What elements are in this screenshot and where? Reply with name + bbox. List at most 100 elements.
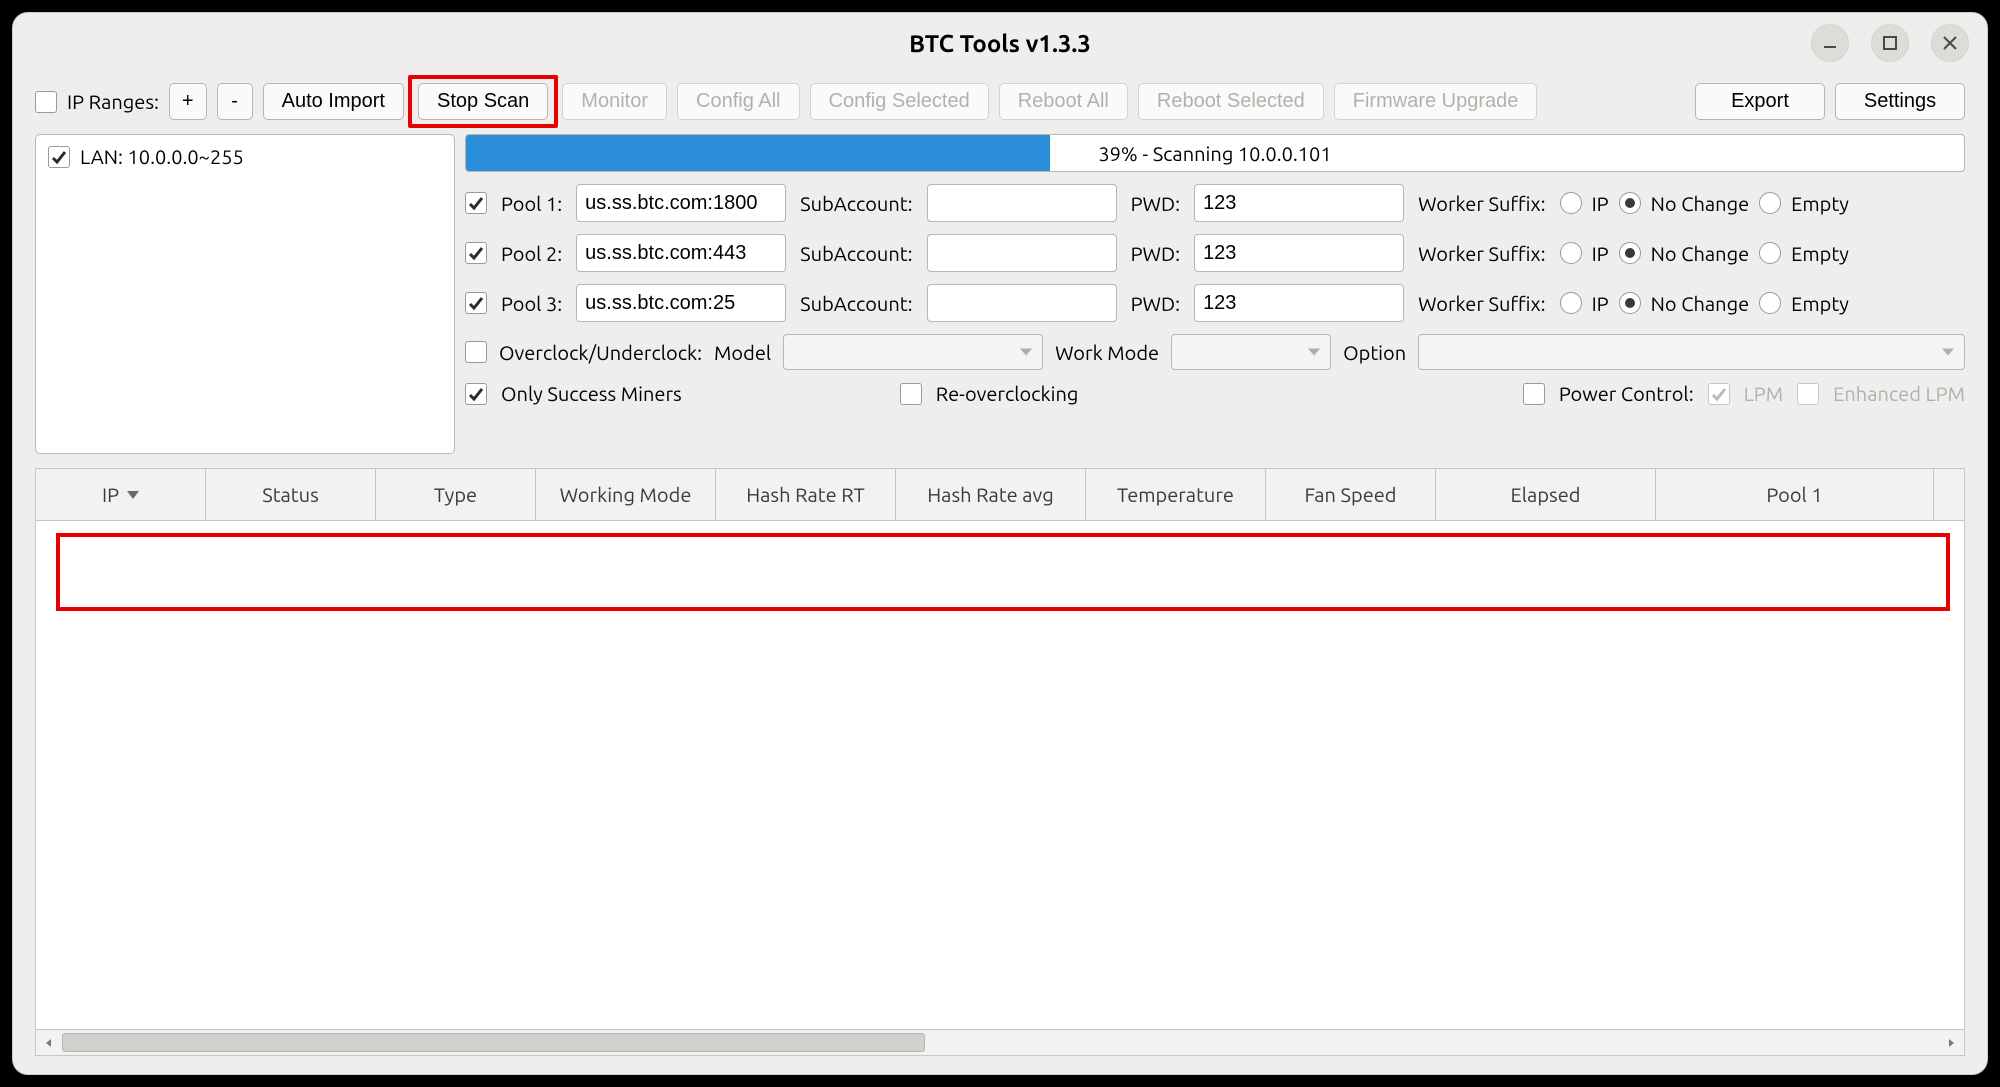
- pool-1-suffix-nochange-radio[interactable]: [1619, 192, 1641, 214]
- pool-2-suffix-label: Worker Suffix:: [1418, 242, 1546, 265]
- auto-import-button[interactable]: Auto Import: [263, 83, 404, 120]
- horizontal-scrollbar[interactable]: [35, 1030, 1965, 1056]
- config-all-button: Config All: [677, 83, 800, 120]
- main-toolbar: IP Ranges: + - Auto Import Stop Scan Mon…: [35, 83, 1965, 120]
- col-type[interactable]: Type: [376, 469, 536, 520]
- settings-button[interactable]: Settings: [1835, 83, 1965, 120]
- power-control-checkbox[interactable]: [1523, 383, 1545, 405]
- window-title: BTC Tools v1.3.3: [909, 30, 1091, 57]
- firmware-upgrade-button: Firmware Upgrade: [1334, 83, 1538, 120]
- window-controls: [1811, 24, 1969, 62]
- close-button[interactable]: [1931, 24, 1969, 62]
- pool-2-suffix-empty-radio[interactable]: [1759, 242, 1781, 264]
- add-range-button[interactable]: +: [169, 83, 207, 120]
- col-working-mode[interactable]: Working Mode: [536, 469, 716, 520]
- reoverclock-label: Re-overclocking: [936, 382, 1079, 405]
- config-selected-button: Config Selected: [810, 83, 989, 120]
- ip-range-item[interactable]: LAN: 10.0.0.0~255: [48, 145, 442, 168]
- overclock-workmode-label: Work Mode: [1055, 341, 1159, 364]
- pool-1-pwd-input[interactable]: [1194, 184, 1404, 222]
- remove-range-button[interactable]: -: [217, 83, 253, 120]
- scroll-thumb[interactable]: [62, 1033, 925, 1052]
- enhanced-lpm-checkbox: [1797, 383, 1819, 405]
- pool-2-address-input[interactable]: [576, 234, 786, 272]
- pool-3-pwd-input[interactable]: [1194, 284, 1404, 322]
- mid-section: LAN: 10.0.0.0~255 39% - Scanning 10.0.0.…: [35, 134, 1965, 454]
- pool-3-row: Pool 3: SubAccount: PWD: Worker Suffix: …: [465, 284, 1965, 322]
- col-hashrate-rt[interactable]: Hash Rate RT: [716, 469, 896, 520]
- maximize-button[interactable]: [1871, 24, 1909, 62]
- pool-1-address-input[interactable]: [576, 184, 786, 222]
- pool-1-checkbox[interactable]: [465, 192, 487, 214]
- model-select[interactable]: [783, 334, 1043, 370]
- pool-3-address-input[interactable]: [576, 284, 786, 322]
- pool-3-suffix-ip-radio[interactable]: [1560, 292, 1582, 314]
- reboot-all-button: Reboot All: [999, 83, 1128, 120]
- pool-2-pwd-input[interactable]: [1194, 234, 1404, 272]
- enhanced-lpm-label: Enhanced LPM: [1833, 382, 1965, 405]
- pool-3-checkbox[interactable]: [465, 292, 487, 314]
- ip-ranges-checkbox[interactable]: [35, 91, 57, 113]
- scroll-right-icon[interactable]: [1938, 1030, 1964, 1055]
- pool-2-suffix-nochange-radio[interactable]: [1619, 242, 1641, 264]
- pool-3-suffix-nochange-radio[interactable]: [1619, 292, 1641, 314]
- pool-1-row: Pool 1: SubAccount: PWD: Worker Suffix: …: [465, 184, 1965, 222]
- scan-progress: 39% - Scanning 10.0.0.101: [465, 134, 1965, 172]
- table-body[interactable]: [35, 520, 1965, 1030]
- pool-2-row: Pool 2: SubAccount: PWD: Worker Suffix: …: [465, 234, 1965, 272]
- table-header: IP Status Type Working Mode Hash Rate RT…: [35, 468, 1965, 520]
- config-panel: 39% - Scanning 10.0.0.101 Pool 1: SubAcc…: [465, 134, 1965, 454]
- pool-3-subaccount-label: SubAccount:: [800, 292, 912, 315]
- col-pool1[interactable]: Pool 1: [1656, 469, 1934, 520]
- pool-1-label: Pool 1:: [501, 192, 562, 215]
- pool-2-suffix-ip-radio[interactable]: [1560, 242, 1582, 264]
- col-elapsed[interactable]: Elapsed: [1436, 469, 1656, 520]
- workmode-select[interactable]: [1171, 334, 1331, 370]
- pool-2-subaccount-label: SubAccount:: [800, 242, 912, 265]
- option-select[interactable]: [1418, 334, 1965, 370]
- highlight-stop-scan: [408, 75, 558, 128]
- pool-2-checkbox[interactable]: [465, 242, 487, 264]
- power-control-label: Power Control:: [1559, 382, 1694, 405]
- minimize-button[interactable]: [1811, 24, 1849, 62]
- reboot-selected-button: Reboot Selected: [1138, 83, 1324, 120]
- overclock-label: Overclock/Underclock:: [499, 341, 702, 364]
- ip-range-item-checkbox[interactable]: [48, 146, 70, 168]
- scroll-track[interactable]: [62, 1030, 1938, 1055]
- col-temperature[interactable]: Temperature: [1086, 469, 1266, 520]
- miners-table: IP Status Type Working Mode Hash Rate RT…: [35, 468, 1965, 1056]
- pool-2-subaccount-input[interactable]: [927, 234, 1117, 272]
- titlebar: BTC Tools v1.3.3: [13, 13, 1987, 73]
- pool-3-suffix-empty-radio[interactable]: [1759, 292, 1781, 314]
- pool-1-pwd-label: PWD:: [1131, 192, 1180, 215]
- pool-1-suffix-empty-radio[interactable]: [1759, 192, 1781, 214]
- col-status[interactable]: Status: [206, 469, 376, 520]
- app-window: BTC Tools v1.3.3 IP Ranges: + - A: [12, 12, 1988, 1075]
- monitor-button: Monitor: [562, 83, 667, 120]
- export-button[interactable]: Export: [1695, 83, 1825, 120]
- overclock-row: Overclock/Underclock: Model Work Mode Op…: [465, 334, 1965, 370]
- pool-3-pwd-label: PWD:: [1131, 292, 1180, 315]
- reoverclock-checkbox[interactable]: [900, 383, 922, 405]
- highlight-row-region: [56, 533, 1950, 611]
- scroll-left-icon[interactable]: [36, 1030, 62, 1055]
- col-fanspeed[interactable]: Fan Speed: [1266, 469, 1436, 520]
- lpm-checkbox: [1708, 383, 1730, 405]
- scan-progress-text: 39% - Scanning 10.0.0.101: [466, 142, 1964, 165]
- pool-2-label: Pool 2:: [501, 242, 562, 265]
- pool-1-suffix-ip-radio[interactable]: [1560, 192, 1582, 214]
- pool-1-suffix-label: Worker Suffix:: [1418, 192, 1546, 215]
- ip-ranges-list[interactable]: LAN: 10.0.0.0~255: [35, 134, 455, 454]
- sort-indicator-icon: [127, 491, 139, 499]
- col-hashrate-avg[interactable]: Hash Rate avg: [896, 469, 1086, 520]
- overclock-checkbox[interactable]: [465, 341, 487, 363]
- pool-1-subaccount-input[interactable]: [927, 184, 1117, 222]
- ip-range-item-label: LAN: 10.0.0.0~255: [80, 145, 244, 168]
- only-success-checkbox[interactable]: [465, 383, 487, 405]
- flags-row: Only Success Miners Re-overclocking Powe…: [465, 382, 1965, 405]
- pool-3-subaccount-input[interactable]: [927, 284, 1117, 322]
- only-success-label: Only Success Miners: [501, 382, 682, 405]
- pool-3-suffix-label: Worker Suffix:: [1418, 292, 1546, 315]
- col-overflow: [1934, 469, 1964, 520]
- col-ip[interactable]: IP: [36, 469, 206, 520]
